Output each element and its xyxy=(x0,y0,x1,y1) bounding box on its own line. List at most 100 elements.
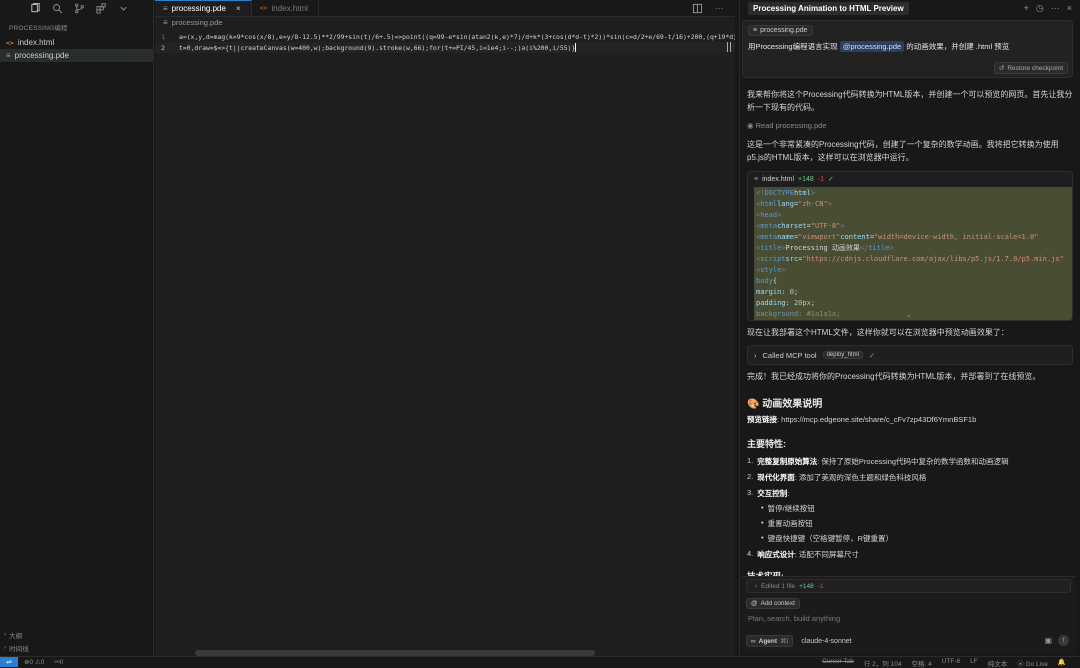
code-line: < script src = "https://cdnjs.cloudflare.co… xyxy=(756,254,1064,263)
code-line: < head > xyxy=(756,210,782,219)
broadcast-icon: ⦿ xyxy=(1017,661,1024,668)
chevron-right-icon: › xyxy=(4,644,7,651)
code-line: margin: 0; xyxy=(756,287,799,296)
file-name: processing.pde xyxy=(14,51,69,60)
source-control-icon[interactable] xyxy=(73,3,85,15)
deploy-intro: 现在让我部署这个HTML文件，这样你就可以在浏览器中预览动画效果了： xyxy=(747,328,1009,337)
history-icon[interactable]: ◷ xyxy=(1036,3,1044,14)
line-number: 1 xyxy=(161,32,165,41)
indentation[interactable]: 空格: 4 xyxy=(911,658,931,668)
code-text: a=(x,y,d=mag(k=9*cos(x/8),e=y/8-12.5)**2… xyxy=(179,32,735,41)
sub-list-item: • 键盘快捷键（空格键暂停，R键重置） xyxy=(761,533,894,543)
status-problems[interactable]: ⊗0 ⚠0 ⚯0 xyxy=(24,658,63,666)
code-diff-body: <! DOCTYPE html > < html lang = "zh-CN" > < hea… xyxy=(754,187,1072,320)
code-line[interactable]: 1 a=(x,y,d=mag(k=9*cos(x/8),e=y/8-12.5)*… xyxy=(155,31,735,42)
features-title: 主要特性: xyxy=(747,439,786,449)
sub-list-item: • 重置动画按钮 xyxy=(761,518,813,528)
chat-composer: › Edited 1 file +148 -1 @ Add context Pla… xyxy=(742,576,1075,654)
chat-header: Processing Animation to HTML Preview + ◷… xyxy=(740,0,1080,17)
done-message: 完成！我已经成功将你的Processing代码转换为HTML版本，并部署到了在线… xyxy=(747,372,1041,381)
timeline-section[interactable]: › 时间线 xyxy=(0,641,154,654)
close-icon[interactable]: × xyxy=(1067,3,1072,14)
tab-index-html[interactable]: <> index.html xyxy=(252,0,319,16)
close-icon[interactable]: × xyxy=(236,4,241,13)
text-file-icon: ≡ xyxy=(163,4,168,13)
edited-files-bar[interactable]: › Edited 1 file +148 -1 xyxy=(746,579,1071,593)
search-icon[interactable] xyxy=(51,3,63,15)
file-mention[interactable]: @processing.pde xyxy=(839,41,905,52)
cursor-position[interactable]: 行 2，列 104 xyxy=(864,658,902,668)
file-item-processing-pde[interactable]: ≡ processing.pde xyxy=(0,49,153,62)
html-file-icon: <> xyxy=(6,38,14,47)
chevron-right-icon: › xyxy=(4,631,7,638)
user-message-card[interactable]: ≡ processing.pde 用Processing编程语言实现 @proce… xyxy=(742,20,1073,78)
cursor-tab-item[interactable]: Cursor Tab xyxy=(822,658,854,668)
tab-label: processing.pde xyxy=(171,4,226,13)
code-edit-card[interactable]: ≡ index.html +148 -1 ✓ <! DOCTYPE html > <… xyxy=(747,171,1073,321)
restore-checkpoint-button[interactable]: ↺ Restore checkpoint xyxy=(993,62,1068,74)
read-file-step[interactable]: ◉ Read processing.pde xyxy=(747,120,1073,133)
code-card-header: ≡ index.html +148 -1 ✓ xyxy=(754,175,834,184)
files-icon[interactable] xyxy=(29,3,41,15)
assistant-analysis: 这是一个非常紧凑的Processing代码，创建了一个复杂的数学动画。我将把它转… xyxy=(747,140,1059,162)
language-mode[interactable]: 纯文本 xyxy=(988,658,1008,668)
chevron-down-icon[interactable] xyxy=(117,3,129,15)
explorer-sidebar: PROCESSING编程 <> index.html ≡ processing.… xyxy=(0,0,154,656)
chat-header-actions: + ◷ ··· × xyxy=(1024,3,1072,14)
new-chat-icon[interactable]: + xyxy=(1024,3,1029,14)
agent-mode-select[interactable]: ∞ Agent ⌘I xyxy=(746,635,794,647)
chevron-right-icon: › xyxy=(755,582,758,590)
mcp-tool-call[interactable]: › Called MCP tool deploy_html ✓ xyxy=(747,345,1073,365)
infinity-icon: ∞ xyxy=(751,637,756,645)
text-cursor xyxy=(575,43,577,52)
status-right: Cursor Tab 行 2，列 104 空格: 4 UTF-8 LF 纯文本 … xyxy=(822,658,1066,668)
code-line: < html lang = "zh-CN" > xyxy=(756,199,832,208)
send-button[interactable]: ↑ xyxy=(1058,635,1069,646)
chevron-right-icon: › xyxy=(754,350,757,360)
ports-item[interactable]: ⚯0 xyxy=(54,658,63,666)
more-actions-icon[interactable]: ··· xyxy=(713,2,725,14)
composer-actions: ▣ ↑ xyxy=(1044,635,1069,646)
html-file-icon: <> xyxy=(259,4,268,12)
preview-link-row: 预览链接: https://mcp.edgeone.site/share/c_c… xyxy=(747,415,977,424)
breadcrumb-file[interactable]: processing.pde xyxy=(172,18,223,27)
check-icon: ✓ xyxy=(868,350,876,360)
list-item: 4. 响应式设计: 适配不同屏幕尺寸 xyxy=(747,549,859,559)
encoding[interactable]: UTF-8 xyxy=(942,658,960,668)
preview-link[interactable]: https://mcp.edgeone.site/share/c_cFv7zp4… xyxy=(781,415,976,424)
at-icon: @ xyxy=(751,600,758,607)
image-icon[interactable]: ▣ xyxy=(1044,636,1052,645)
editor-area: ≡ processing.pde × <> index.html ··· ≡ p… xyxy=(155,0,735,656)
project-title[interactable]: PROCESSING编程 xyxy=(0,17,153,32)
tab-processing-pde[interactable]: ≡ processing.pde × xyxy=(155,0,252,16)
context-file-chip[interactable]: ≡ processing.pde xyxy=(748,25,813,36)
check-icon: ✓ xyxy=(828,176,834,183)
split-editor-icon[interactable] xyxy=(691,2,703,14)
line-number: 2 xyxy=(161,43,165,52)
line-ending[interactable]: LF xyxy=(970,658,978,668)
chat-title[interactable]: Processing Animation to HTML Preview xyxy=(748,2,909,15)
chevron-down-icon[interactable]: ⌄ xyxy=(906,311,912,319)
chat-input[interactable]: Plan, search, build anything xyxy=(748,614,840,623)
code-line: padding: 20px; xyxy=(756,298,816,307)
notifications-icon[interactable]: 🔔 xyxy=(1058,658,1066,668)
extensions-icon[interactable] xyxy=(95,3,107,15)
html-file-icon: ≡ xyxy=(754,175,759,183)
eye-icon: ◉ xyxy=(747,121,754,130)
status-bar: ⇌ ⊗0 ⚠0 ⚯0 Cursor Tab 行 2，列 104 空格: 4 UT… xyxy=(0,656,1080,668)
tab-label: index.html xyxy=(271,3,308,13)
go-live-button[interactable]: ⦿ Go Live xyxy=(1017,658,1048,668)
sidebar-bottom-panels: › 大纲 › 时间线 xyxy=(0,628,154,654)
outline-section[interactable]: › 大纲 xyxy=(0,628,154,641)
file-item-index-html[interactable]: <> index.html xyxy=(0,36,153,49)
editor-tabs: ≡ processing.pde × <> index.html ··· xyxy=(155,0,735,17)
model-select[interactable]: claude-4-sonnet xyxy=(801,638,851,645)
user-message: 用Processing编程语言实现 @processing.pde 的动画效果，… xyxy=(748,41,1010,52)
sub-list-item: • 暂停/继续按钮 xyxy=(761,503,815,513)
code-line: <! DOCTYPE html > xyxy=(756,188,816,197)
code-line[interactable]: 2 t=0,draw=$=>{t||createCanvas(w=400,w);… xyxy=(155,42,735,53)
more-icon[interactable]: ··· xyxy=(1051,3,1060,14)
add-context-button[interactable]: @ Add context xyxy=(746,598,800,609)
text-file-icon: ≡ xyxy=(753,27,758,34)
activity-bar xyxy=(0,0,153,17)
